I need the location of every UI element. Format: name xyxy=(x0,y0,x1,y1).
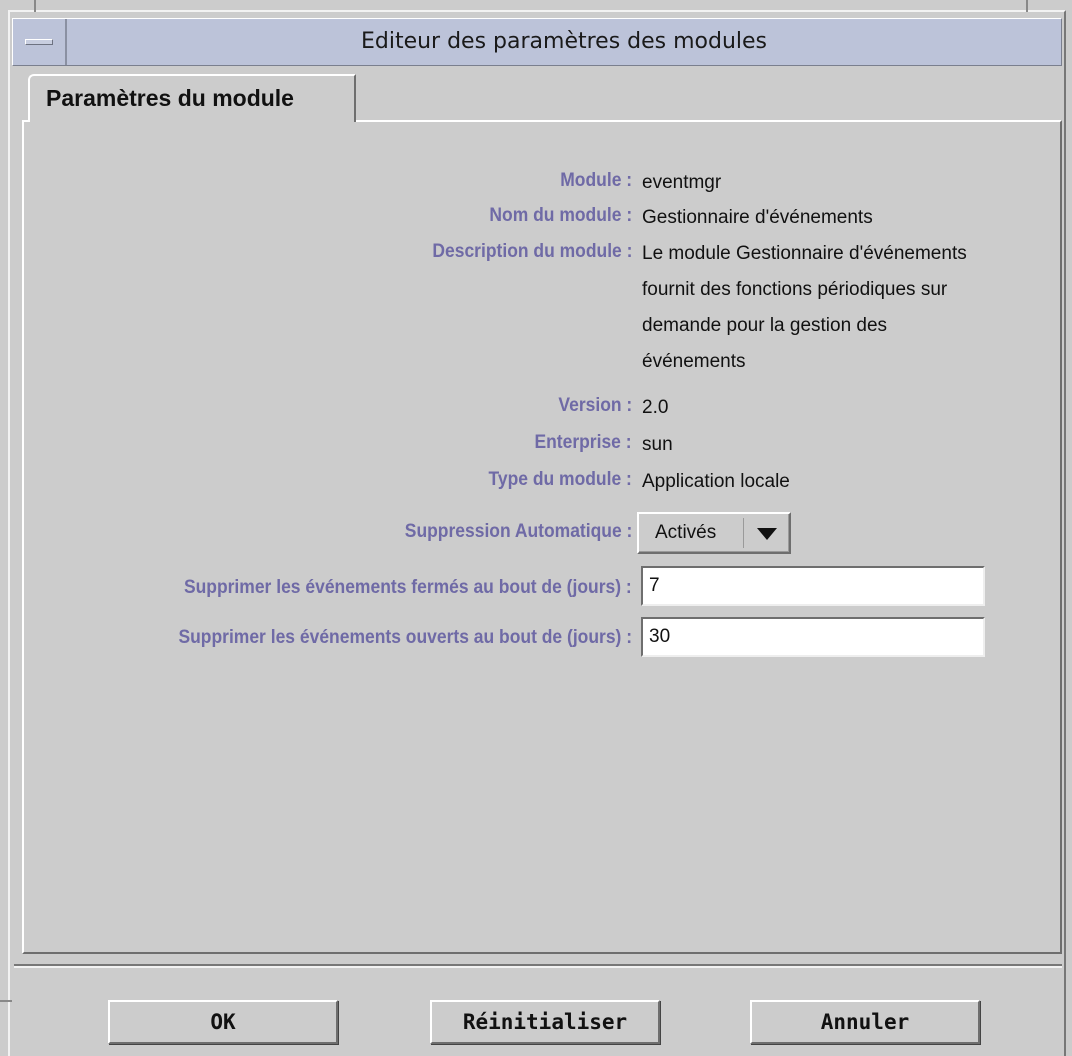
button-bar-divider xyxy=(14,964,1062,968)
auto-delete-label: Suppression Automatique : xyxy=(404,521,632,542)
dropdown-arrow-icon[interactable] xyxy=(757,528,777,540)
module-description-line: demande pour la gestion des xyxy=(642,315,888,336)
enterprise-label: Enterprise : xyxy=(534,432,632,453)
closed-events-days-input[interactable]: 7 xyxy=(641,566,985,606)
window-menu-icon xyxy=(25,39,53,45)
open-events-label: Supprimer les événements ouverts au bout… xyxy=(178,627,632,648)
module-description-line: Le module Gestionnaire d'événements xyxy=(642,243,967,264)
module-type-value: Application locale xyxy=(642,471,790,492)
closed-events-label: Supprimer les événements fermés au bout … xyxy=(184,577,632,598)
module-description-line: fournit des fonctions périodiques sur xyxy=(642,279,948,300)
module-type-label: Type du module : xyxy=(488,469,632,490)
auto-delete-select[interactable]: Activés xyxy=(637,512,791,554)
module-label: Module : xyxy=(560,170,632,191)
title-bar[interactable]: Editeur des paramètres des modules xyxy=(12,18,1062,66)
select-separator xyxy=(743,518,744,548)
open-events-days-input[interactable]: 30 xyxy=(641,617,985,657)
version-value: 2.0 xyxy=(642,397,669,418)
frame-tick-top-left xyxy=(34,0,36,12)
enterprise-value: sun xyxy=(642,434,673,455)
module-description-label: Description du module : xyxy=(431,241,632,262)
cancel-button[interactable]: Annuler xyxy=(750,1000,980,1044)
module-name-value: Gestionnaire d'événements xyxy=(642,207,873,228)
window-title: Editeur des paramètres des modules xyxy=(360,29,768,54)
module-name-label: Nom du module : xyxy=(489,205,632,226)
version-label: Version : xyxy=(558,395,632,416)
window-menu-button[interactable] xyxy=(13,19,67,65)
reset-button[interactable]: Réinitialiser xyxy=(430,1000,660,1044)
auto-delete-selected-value: Activés xyxy=(655,522,717,543)
ok-button[interactable]: OK xyxy=(108,1000,338,1044)
module-value: eventmgr xyxy=(642,172,722,193)
frame-tick-left xyxy=(0,1000,12,1002)
tab-module-parameters[interactable]: Paramètres du module xyxy=(28,74,356,122)
frame-tick-top-right xyxy=(1026,0,1028,12)
module-description-line: événements xyxy=(642,351,746,372)
